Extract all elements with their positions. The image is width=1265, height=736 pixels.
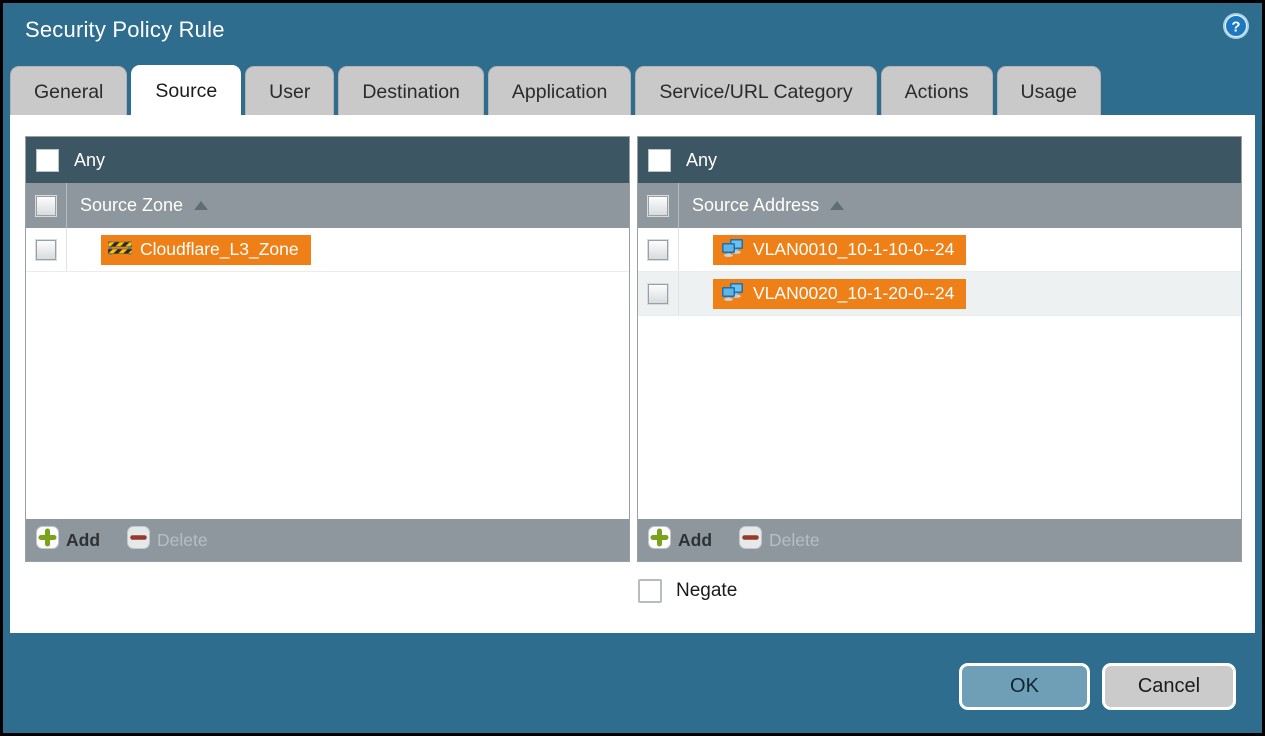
- source-address-list: VLAN0010_10-1-10-0--24 VLAN0020_10-1-20-…: [638, 228, 1241, 519]
- source-address-any-bar: Any: [638, 137, 1241, 183]
- minus-icon: [739, 526, 763, 554]
- dialog-title: Security Policy Rule: [25, 17, 225, 42]
- title-bar: Security Policy Rule ?: [3, 3, 1262, 63]
- source-zone-header-label: Source Zone: [80, 195, 184, 215]
- tab-usage[interactable]: Usage: [996, 66, 1101, 115]
- source-zone-any-label: Any: [74, 149, 106, 170]
- negate-checkbox[interactable]: [638, 579, 662, 603]
- cancel-button[interactable]: Cancel: [1102, 663, 1236, 710]
- source-zone-row[interactable]: Cloudflare_L3_Zone: [26, 228, 629, 272]
- source-zone-select-all-checkbox[interactable]: [36, 195, 56, 216]
- source-address-row[interactable]: VLAN0020_10-1-20-0--24: [638, 272, 1241, 316]
- source-address-header-label: Source Address: [692, 195, 820, 215]
- tab-bar: General Source User Destination Applicat…: [10, 65, 1255, 117]
- negate-control: Negate: [638, 579, 737, 603]
- row-checkbox[interactable]: [648, 239, 668, 260]
- source-zone-panel: Any Source Zone Cloudflare_L3_Zone Add D…: [25, 136, 630, 562]
- svg-text:?: ?: [1231, 19, 1240, 36]
- zone-name: Cloudflare_L3_Zone: [140, 239, 299, 259]
- dialog-window: Security Policy Rule ? General Source Us…: [3, 3, 1262, 733]
- address-name: VLAN0010_10-1-10-0--24: [753, 239, 955, 259]
- tab-service-url-category[interactable]: Service/URL Category: [635, 66, 877, 115]
- source-address-any-checkbox[interactable]: [648, 148, 671, 172]
- tab-source[interactable]: Source: [131, 65, 242, 117]
- source-address-any-label: Any: [686, 149, 718, 170]
- tab-general[interactable]: General: [10, 66, 128, 115]
- address-object-tag[interactable]: VLAN0010_10-1-10-0--24: [713, 234, 967, 265]
- source-address-select-all-checkbox[interactable]: [648, 195, 668, 216]
- source-address-delete-button[interactable]: Delete: [739, 526, 820, 554]
- source-tab-content: Any Source Zone Cloudflare_L3_Zone Add D…: [10, 115, 1255, 633]
- source-zone-column-header[interactable]: Source Zone: [26, 183, 629, 228]
- zone-object-tag[interactable]: Cloudflare_L3_Zone: [101, 234, 311, 265]
- sort-asc-icon: [194, 201, 209, 210]
- minus-icon: [127, 526, 151, 554]
- source-zone-footer: Add Delete: [26, 519, 629, 561]
- plus-icon: [648, 526, 671, 554]
- tab-actions[interactable]: Actions: [880, 66, 993, 115]
- network-address-icon: [720, 238, 745, 262]
- row-checkbox[interactable]: [648, 283, 668, 304]
- ok-button[interactable]: OK: [959, 663, 1090, 710]
- source-address-add-button[interactable]: Add: [648, 526, 712, 554]
- address-name: VLAN0020_10-1-20-0--24: [753, 283, 955, 303]
- row-checkbox[interactable]: [36, 239, 56, 260]
- source-address-row[interactable]: VLAN0010_10-1-10-0--24: [638, 228, 1241, 272]
- source-address-footer: Add Delete: [638, 519, 1241, 561]
- security-policy-rule-dialog: Security Policy Rule ? General Source Us…: [0, 0, 1265, 736]
- source-zone-delete-button[interactable]: Delete: [127, 526, 208, 554]
- source-zone-list: Cloudflare_L3_Zone: [26, 228, 629, 519]
- negate-label: Negate: [676, 580, 738, 601]
- address-object-tag[interactable]: VLAN0020_10-1-20-0--24: [713, 278, 967, 309]
- sort-asc-icon: [830, 201, 845, 210]
- tab-user[interactable]: User: [245, 66, 335, 115]
- plus-icon: [36, 526, 59, 554]
- source-zone-add-button[interactable]: Add: [36, 526, 100, 554]
- help-icon[interactable]: ?: [1222, 12, 1250, 40]
- source-zone-any-bar: Any: [26, 137, 629, 183]
- tab-application[interactable]: Application: [487, 66, 632, 115]
- zone-icon: [107, 239, 133, 261]
- source-address-panel: Any Source Address VLAN0010_10-1-10-0--2…: [637, 136, 1242, 562]
- dialog-footer: OK Cancel: [3, 633, 1262, 733]
- tab-destination[interactable]: Destination: [338, 66, 484, 115]
- network-address-icon: [720, 282, 745, 306]
- source-zone-any-checkbox[interactable]: [36, 148, 59, 172]
- source-address-column-header[interactable]: Source Address: [638, 183, 1241, 228]
